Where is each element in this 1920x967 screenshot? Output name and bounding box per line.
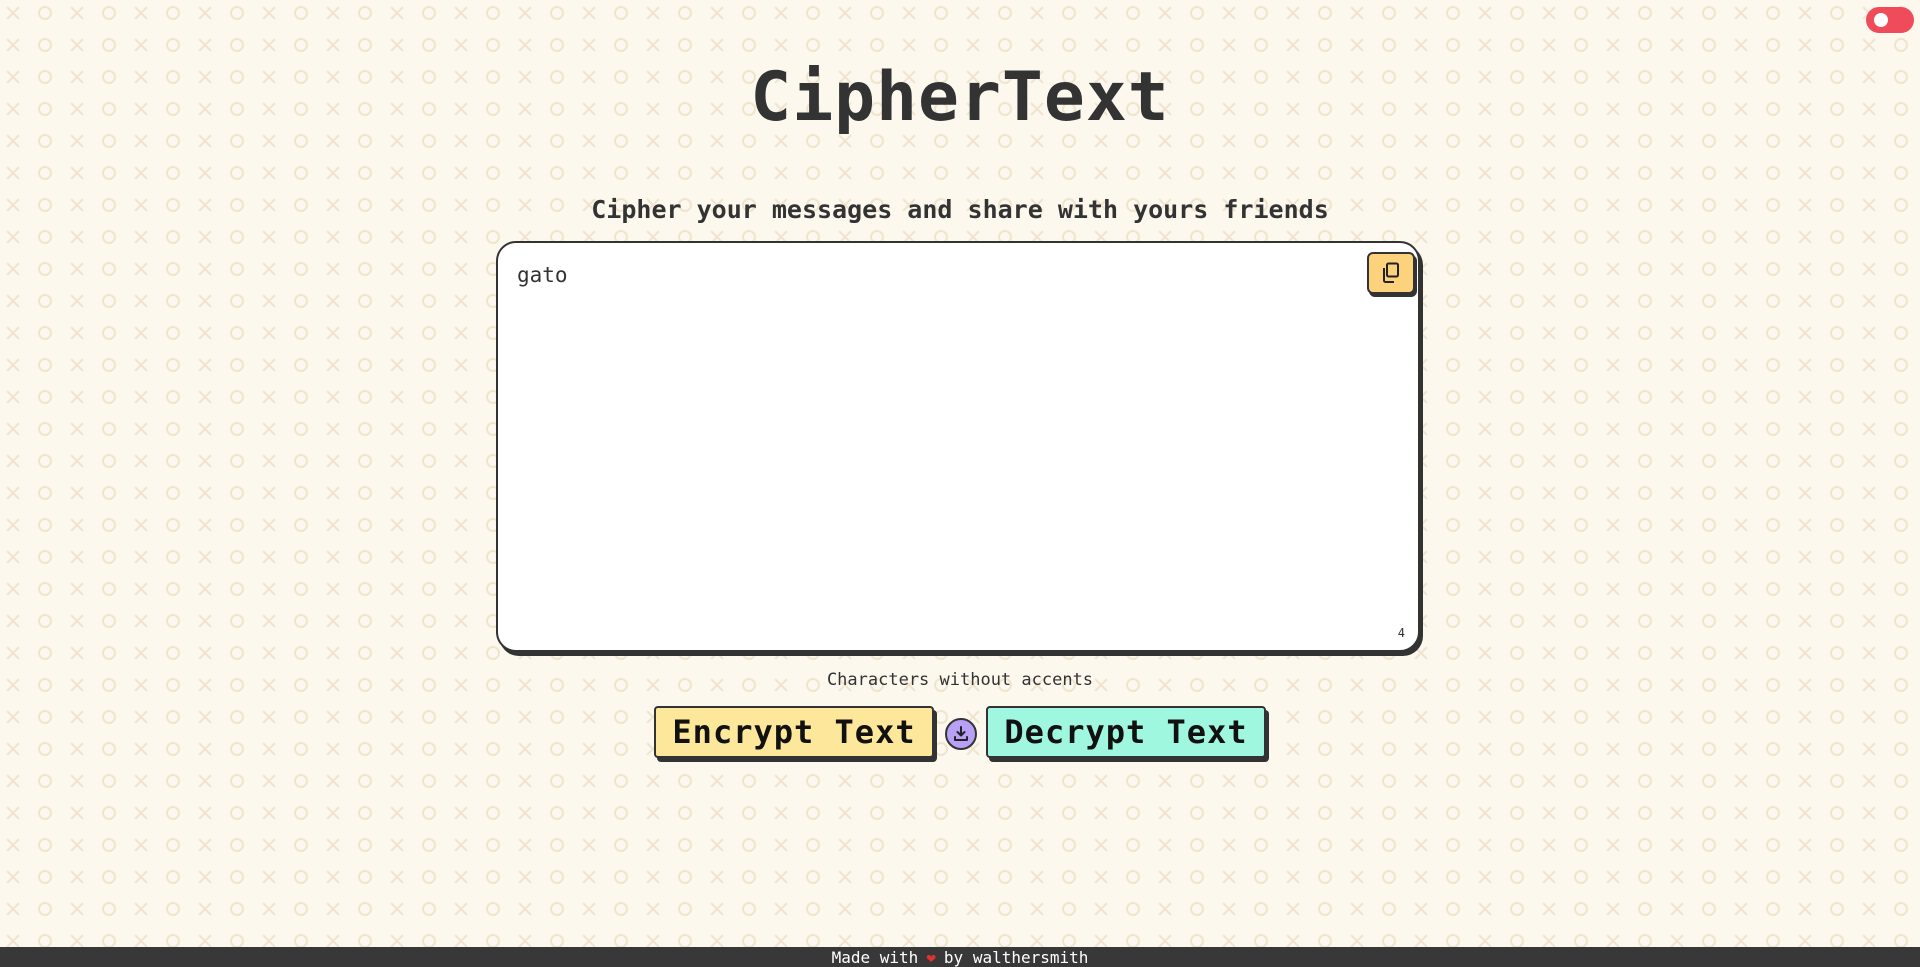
message-editor: 4 bbox=[496, 241, 1420, 652]
copy-button[interactable] bbox=[1367, 252, 1415, 294]
input-hint: Characters without accents bbox=[826, 670, 1094, 690]
character-count: 4 bbox=[1397, 626, 1405, 640]
decrypt-button[interactable]: Decrypt Text bbox=[986, 706, 1266, 758]
encrypt-button[interactable]: Encrypt Text bbox=[654, 706, 934, 758]
footer-credit: by walthersmith bbox=[943, 947, 1089, 967]
copy-icon bbox=[1383, 262, 1399, 283]
page-title: CipherText bbox=[750, 58, 1170, 137]
toggle-knob bbox=[1874, 13, 1888, 27]
footer: Made with ❤ by walthersmith bbox=[0, 947, 1920, 967]
download-icon bbox=[954, 726, 968, 741]
heart-icon: ❤ bbox=[926, 947, 936, 967]
action-bar: Encrypt Text Decrypt Text bbox=[654, 706, 1266, 762]
message-input[interactable] bbox=[517, 263, 1337, 623]
page-subtitle: Cipher your messages and share with your… bbox=[591, 195, 1329, 224]
theme-toggle[interactable] bbox=[1866, 7, 1914, 33]
swap-button[interactable] bbox=[945, 718, 977, 750]
footer-prefix: Made with bbox=[831, 947, 919, 967]
